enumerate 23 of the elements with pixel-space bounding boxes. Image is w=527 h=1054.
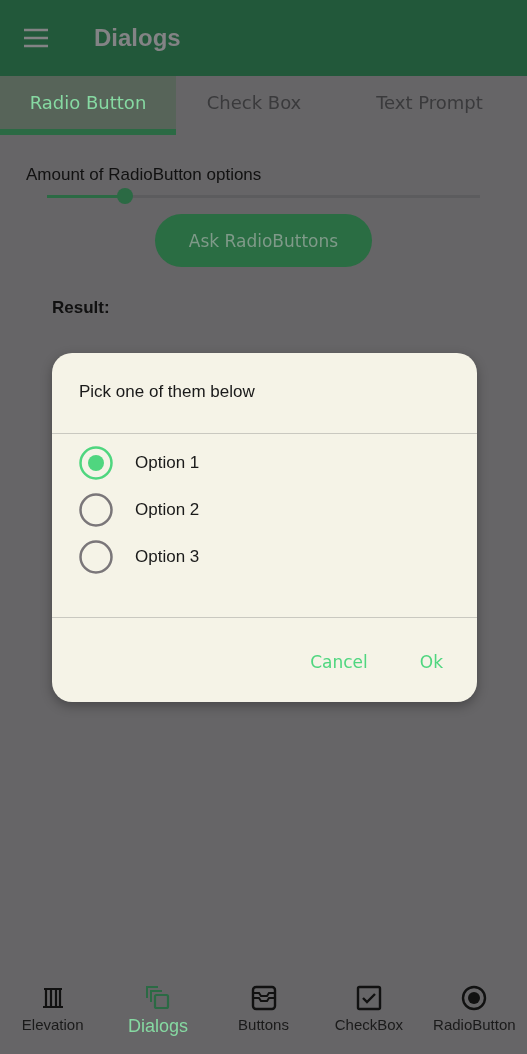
nav-item[interactable]: RadioButton: [421, 984, 527, 1048]
nav-item[interactable]: Dialogs: [105, 984, 211, 1048]
radio-option[interactable]: Option 3: [79, 540, 477, 574]
checkbox-icon: [354, 984, 383, 1012]
menu-icon[interactable]: [22, 27, 50, 49]
radio-option[interactable]: Option 1: [79, 446, 477, 480]
radio-icon[interactable]: [79, 446, 113, 480]
nav-item[interactable]: Buttons: [210, 984, 317, 1048]
nav-item[interactable]: CheckBox: [316, 984, 422, 1048]
slider-label: Amount of RadioButton options: [26, 165, 263, 185]
dialog-button[interactable]: Cancel: [304, 648, 374, 676]
dialog-button[interactable]: Ok: [413, 648, 449, 676]
ask-button[interactable]: Ask RadioButtons: [155, 214, 372, 267]
radio-icon: [460, 984, 489, 1012]
app-title: Dialogs: [94, 24, 181, 52]
radio-icon[interactable]: [79, 493, 113, 527]
tab[interactable]: Radio Button: [0, 76, 176, 135]
radio-icon[interactable]: [79, 540, 113, 574]
result-label: Result:: [52, 298, 111, 318]
radio-option[interactable]: Option 2: [79, 493, 477, 527]
nav-item[interactable]: Elevation: [0, 984, 106, 1048]
dialog-title: Pick one of them below: [79, 382, 255, 401]
tray-icon: [249, 984, 278, 1012]
